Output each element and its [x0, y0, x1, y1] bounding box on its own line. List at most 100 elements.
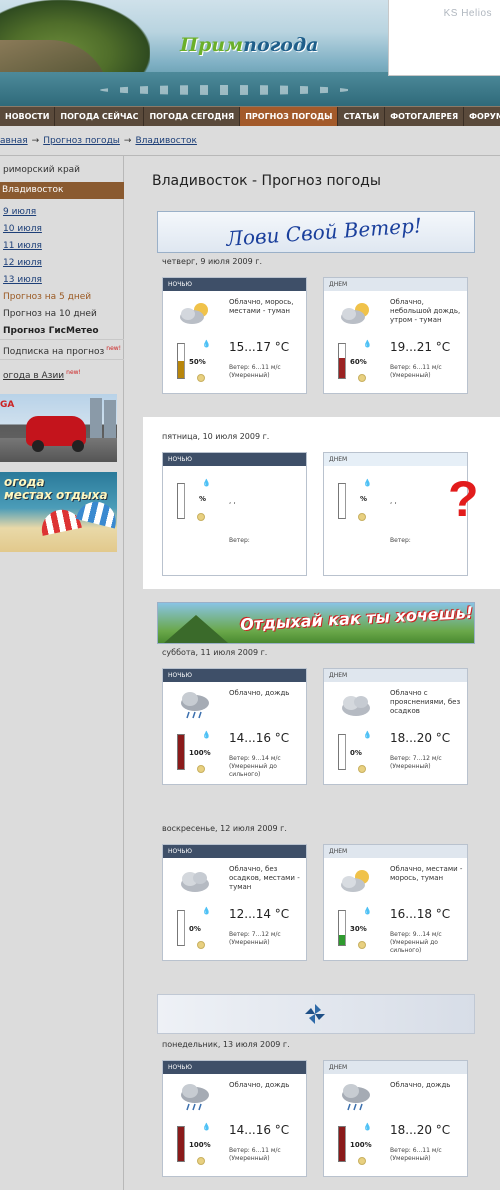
sun-icon	[358, 941, 366, 949]
menu-item[interactable]: ФОРУМ	[464, 107, 500, 126]
cloudy-icon	[177, 867, 213, 895]
raindrop-icon: 💧	[363, 907, 372, 915]
precipitation-percent: 100%	[189, 1141, 211, 1149]
rain-cloud-icon	[338, 1083, 374, 1111]
wind-info: Ветер: 7...12 м/с (Умеренный)	[390, 755, 442, 770]
night-card-header: НОЧЬЮ	[163, 845, 306, 858]
building-shape	[104, 400, 116, 438]
wind-info: Ветер: 6...11 м/с (Умеренный)	[229, 364, 281, 379]
wind-info: Ветер: 6...11 м/с (Умеренный)	[229, 1147, 281, 1162]
breadcrumb-home[interactable]: авная	[0, 136, 28, 146]
car-ad-banner[interactable]: GA	[0, 394, 117, 462]
logo-part-1: Прим	[180, 34, 244, 56]
umbrella-image	[38, 506, 82, 536]
sidebar-subscribe-row: Подписка на прогноз new!	[3, 345, 121, 357]
menu-item[interactable]: ФОТОГАЛЕРЕЯ	[385, 107, 465, 126]
wind-info: Ветер: 9...14 м/с (Умеренный до сильного…	[229, 755, 281, 778]
temperature: 12...14 °C	[229, 907, 290, 921]
day-forecast-card: ДНЕМ Облачно, дождь 18...20 °C Ветер: 6...1…	[323, 1060, 468, 1177]
tent-image	[164, 615, 228, 643]
menu-item[interactable]: ПОГОДА СЕГОДНЯ	[144, 107, 241, 126]
sidebar-asia-link[interactable]: огода в Азии	[3, 371, 64, 381]
temperature: 19...21 °C	[390, 340, 451, 354]
weather-description: Облачно, дождь	[390, 1081, 451, 1089]
car-wheel	[72, 440, 84, 452]
precipitation-percent: %	[360, 495, 368, 503]
sidebar-date-11[interactable]: 11 июля	[3, 241, 42, 251]
site-logo[interactable]: Примпогода	[180, 34, 319, 56]
precipitation-bar	[177, 483, 185, 519]
sidebar-forecast-5-days[interactable]: Прогноз на 5 дней	[3, 292, 91, 302]
day-forecast-card: ДНЕМ Облачно, местами - морось, туман 16..…	[323, 844, 468, 961]
sun-icon	[197, 513, 205, 521]
vacation-weather-banner[interactable]: огода местах отдыха	[0, 472, 117, 552]
sun-icon	[358, 374, 366, 382]
day-date: воскресенье, 12 июля 2009 г.	[162, 824, 287, 833]
menu-item[interactable]: ПРОГНОЗ ПОГОДЫ	[240, 107, 339, 126]
raindrop-icon: 💧	[202, 907, 211, 915]
temperature: 14...16 °C	[229, 731, 290, 745]
sidebar-divider	[0, 359, 124, 360]
car-wheel	[32, 440, 44, 452]
weather-description: , ,	[229, 497, 236, 505]
wind-info: Ветер: 6...11 м/с (Умеренный)	[390, 364, 442, 379]
precipitation-bar	[177, 734, 185, 770]
sidebar-divider	[0, 339, 124, 340]
day-date: понедельник, 13 июля 2009 г.	[162, 1040, 290, 1049]
sun-icon	[197, 1157, 205, 1165]
raindrop-icon: 💧	[202, 731, 211, 739]
precipitation-bar-fill	[178, 361, 184, 378]
raindrop-icon: 💧	[363, 340, 372, 348]
day-date: четверг, 9 июля 2009 г.	[162, 257, 262, 266]
weather-description: Облачно, небольшой дождь, утром - туман	[390, 298, 461, 324]
sidebar-date-12[interactable]: 12 июля	[3, 258, 42, 268]
breadcrumb-city[interactable]: Владивосток	[135, 136, 196, 146]
vacation-ad-banner[interactable]: Отдыхай как ты хочешь!	[157, 602, 475, 644]
menu-item[interactable]: НОВОСТИ	[0, 107, 56, 126]
day-forecast-card: ДНЕМ, , Ветер: 💧%	[323, 452, 468, 576]
precipitation-bar	[338, 483, 346, 519]
weather-description: Облачно, дождь	[229, 689, 290, 697]
raindrop-icon: 💧	[363, 1123, 372, 1131]
precipitation-percent: 0%	[350, 749, 362, 757]
breadcrumb: авная → Прогноз погоды → Владивосток	[0, 136, 197, 146]
day-card-header: ДНЕМ	[324, 278, 467, 291]
breadcrumb-forecast[interactable]: Прогноз погоды	[43, 136, 120, 146]
question-mark: ?	[448, 471, 479, 527]
precipitation-bar	[177, 343, 185, 379]
sidebar-gismeteo-link[interactable]: Прогноз ГисМетео	[3, 326, 99, 336]
menu-item[interactable]: СТАТЬИ	[338, 107, 386, 126]
precipitation-percent: 60%	[350, 358, 367, 366]
catch-wind-ad-text: Лови Свой Ветер!	[225, 213, 423, 251]
sidebar-subscribe-link[interactable]: Подписка на прогноз	[3, 347, 104, 357]
precipitation-bar	[338, 1126, 346, 1162]
precipitation-bar-fill	[178, 735, 184, 769]
night-forecast-card: НОЧЬЮ Облачно, морось, местами - туман 15.…	[162, 277, 307, 394]
sun-icon	[197, 765, 205, 773]
sidebar-region-link[interactable]: риморский край	[3, 165, 80, 175]
sidebar-date-10[interactable]: 10 июля	[3, 224, 42, 234]
precipitation-percent: %	[199, 495, 207, 503]
vacation-banner-text: огода местах отдыха	[4, 476, 108, 502]
sidebar-city-active[interactable]: Владивосток	[0, 182, 124, 199]
logo-ad-banner[interactable]	[157, 994, 475, 1034]
page-title: Владивосток - Прогноз погоды	[152, 173, 381, 189]
vacation-ad-text: Отдыхай как ты хочешь!	[239, 602, 474, 635]
precipitation-bar-fill	[339, 357, 345, 378]
sidebar-date-9[interactable]: 9 июля	[3, 207, 36, 217]
menu-item[interactable]: ПОГОДА СЕЙЧАС	[55, 107, 145, 126]
breadcrumb-separator: →	[31, 136, 40, 146]
header-waves	[100, 85, 350, 95]
day-card-header: ДНЕМ	[324, 669, 467, 682]
night-forecast-card: НОЧЬЮ Облачно, дождь 14...16 °C Ветер: 6...…	[162, 1060, 307, 1177]
precipitation-bar	[338, 910, 346, 946]
weather-description: Облачно с прояснениями, без осадков	[390, 689, 461, 715]
precipitation-percent: 100%	[350, 1141, 372, 1149]
wind-info: Ветер:	[229, 537, 250, 544]
ks-helios-logo[interactable]: KS Helios	[444, 8, 492, 19]
sidebar-forecast-10-days[interactable]: Прогноз на 10 дней	[3, 309, 97, 319]
precipitation-bar	[338, 734, 346, 770]
catch-wind-ad-banner[interactable]: Лови Свой Ветер!	[157, 211, 475, 253]
sidebar-date-13[interactable]: 13 июля	[3, 275, 42, 285]
sidebar-asia-row: огода в Азии new!	[3, 369, 81, 381]
